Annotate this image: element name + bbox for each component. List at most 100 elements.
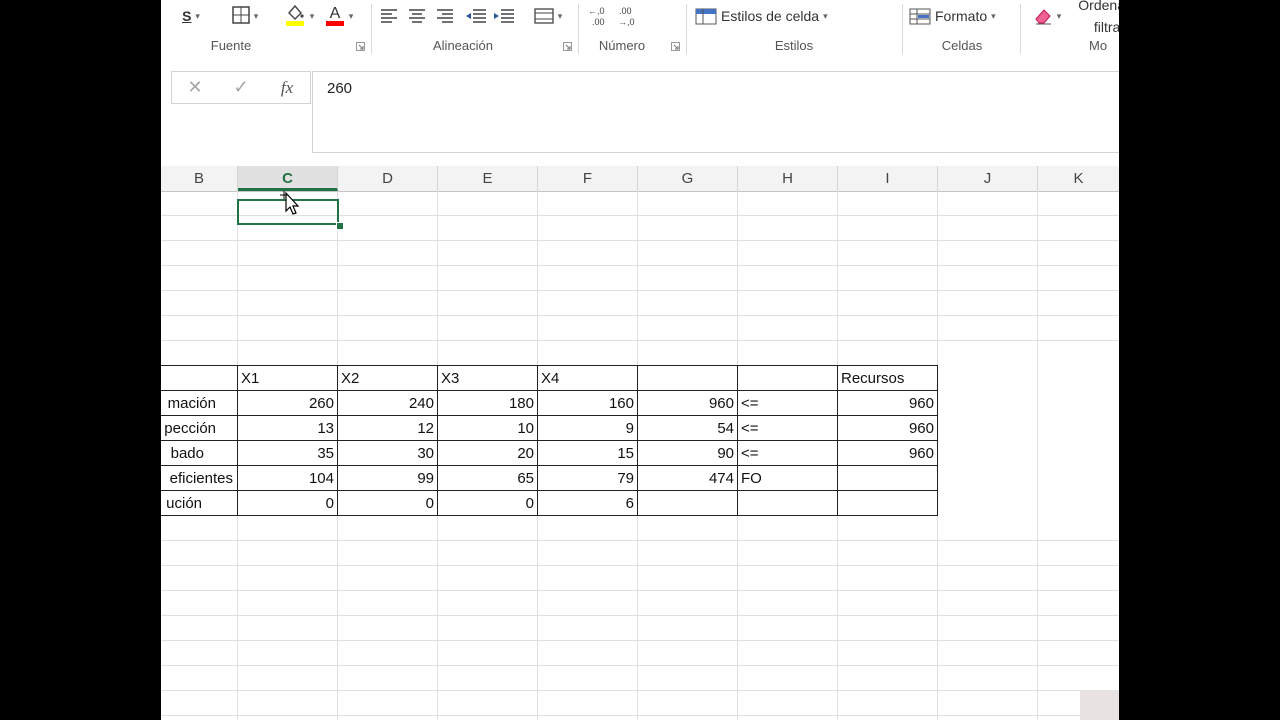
table-cell[interactable] [738, 491, 837, 515]
font-color-button[interactable]: A ▾ [321, 0, 357, 32]
table-cell[interactable] [638, 491, 737, 515]
cell-header-x2[interactable]: X2 [338, 366, 437, 390]
formula-controls: ✕ ✓ fx [171, 71, 311, 104]
dialog-launcher-icon[interactable] [563, 42, 572, 51]
decrease-decimal-button[interactable]: .00 →,0 [613, 0, 643, 32]
table-cell[interactable] [838, 491, 937, 515]
formula-input[interactable]: 260 [312, 71, 1119, 153]
align-right-button[interactable] [433, 0, 457, 32]
table-cell[interactable]: 960 [838, 441, 937, 465]
format-button[interactable]: Formato ▾ [909, 0, 1007, 32]
row-label[interactable]: mación [161, 391, 219, 415]
alignment-group-label: Alineación [433, 38, 493, 53]
table-cell[interactable]: 160 [538, 391, 637, 415]
gridline [161, 290, 1119, 291]
gridline [161, 240, 1119, 241]
column-header-e[interactable]: E [438, 166, 538, 191]
fill-handle[interactable] [336, 222, 344, 230]
cell-header-x1[interactable]: X1 [238, 366, 337, 390]
table-cell[interactable]: 90 [638, 441, 737, 465]
column-header-k[interactable]: K [1038, 166, 1119, 191]
sort-filter-button[interactable]: Ordena filtrar [1065, 0, 1119, 38]
table-border [161, 515, 938, 516]
enter-icon[interactable]: ✓ [218, 77, 264, 98]
table-cell[interactable]: 30 [338, 441, 437, 465]
table-cell[interactable]: <= [738, 391, 837, 415]
column-header-b[interactable]: B [161, 166, 238, 191]
merge-cells-icon [534, 8, 554, 24]
column-header-g[interactable]: G [638, 166, 738, 191]
column-header-h[interactable]: H [738, 166, 838, 191]
worksheet-grid[interactable]: X1 X2 X3 X4 Recursos mación 260 240 180 … [161, 191, 1119, 720]
chevron-down-icon: ▾ [1056, 10, 1062, 21]
table-cell[interactable]: 15 [538, 441, 637, 465]
insert-function-icon[interactable]: fx [264, 78, 310, 98]
table-cell[interactable] [838, 466, 937, 490]
increase-decimal-button[interactable]: ←,0.00 [583, 0, 613, 32]
align-right-icon [437, 9, 453, 23]
table-cell[interactable]: 20 [438, 441, 537, 465]
table-cell[interactable]: 65 [438, 466, 537, 490]
table-cell[interactable]: 104 [238, 466, 337, 490]
styles-group-label: Estilos [774, 38, 814, 53]
underline-button[interactable]: S ▾ [173, 0, 209, 32]
table-cell[interactable]: 54 [638, 416, 737, 440]
column-header-j[interactable]: J [938, 166, 1038, 191]
cell-styles-button[interactable]: Estilos de celda ▾ [693, 0, 835, 32]
column-header-d[interactable]: D [338, 166, 438, 191]
table-cell[interactable]: 6 [538, 491, 637, 515]
cells-group-label: Celdas [941, 38, 983, 53]
clear-button[interactable]: ▾ [1027, 0, 1067, 32]
align-left-button[interactable] [377, 0, 401, 32]
column-header-i[interactable]: I [838, 166, 938, 191]
row-label[interactable]: bado [161, 441, 207, 465]
table-cell[interactable]: 0 [338, 491, 437, 515]
dialog-launcher-icon[interactable] [356, 42, 365, 51]
table-cell[interactable]: 9 [538, 416, 637, 440]
column-header-f[interactable]: F [538, 166, 638, 191]
table-cell[interactable]: 10 [438, 416, 537, 440]
table-cell[interactable]: 12 [338, 416, 437, 440]
table-cell[interactable]: 960 [638, 391, 737, 415]
table-cell[interactable]: 240 [338, 391, 437, 415]
chevron-down-icon: ▾ [195, 10, 200, 21]
svg-text:A: A [329, 5, 340, 22]
cancel-icon[interactable]: ✕ [172, 77, 218, 98]
table-cell[interactable]: 0 [238, 491, 337, 515]
table-cell[interactable]: 0 [438, 491, 537, 515]
row-label[interactable]: pección [161, 416, 219, 440]
table-cell[interactable]: <= [738, 416, 837, 440]
cell-header-x3[interactable]: X3 [438, 366, 537, 390]
table-cell[interactable]: <= [738, 441, 837, 465]
row-label[interactable]: eficientes [161, 466, 236, 490]
gridline [161, 315, 1119, 316]
cell-header-recursos[interactable]: Recursos [838, 366, 937, 390]
increase-indent-button[interactable] [491, 0, 517, 32]
cell-header-x4[interactable]: X4 [538, 366, 637, 390]
decrease-indent-icon [466, 9, 486, 23]
borders-button[interactable]: ▾ [225, 0, 265, 32]
table-cell[interactable]: 960 [838, 416, 937, 440]
gridline [161, 590, 1119, 591]
table-cell[interactable]: 474 [638, 466, 737, 490]
dialog-launcher-icon[interactable] [671, 42, 680, 51]
video-overlay-thumbnail [1080, 690, 1119, 720]
row-label[interactable]: ución [161, 491, 205, 515]
table-cell[interactable]: 79 [538, 466, 637, 490]
ribbon: S ▾ ▾ ▾ A ▾ Fuente ▾ Alineación ←,0 .00 … [161, 0, 1119, 59]
table-cell[interactable]: 960 [838, 391, 937, 415]
table-cell[interactable]: 180 [438, 391, 537, 415]
borders-icon [231, 5, 250, 27]
chevron-down-icon: ▾ [991, 10, 996, 21]
decrease-indent-button[interactable] [463, 0, 489, 32]
merge-center-button[interactable]: ▾ [527, 0, 569, 32]
table-cell[interactable]: 99 [338, 466, 437, 490]
table-cell[interactable]: 35 [238, 441, 337, 465]
table-cell[interactable]: 13 [238, 416, 337, 440]
fill-color-button[interactable]: ▾ [279, 0, 319, 32]
column-header-c[interactable]: C [238, 166, 338, 191]
group-separator [686, 4, 687, 54]
table-cell[interactable]: FO [738, 466, 837, 490]
table-cell[interactable]: 260 [238, 391, 337, 415]
align-center-button[interactable] [405, 0, 429, 32]
